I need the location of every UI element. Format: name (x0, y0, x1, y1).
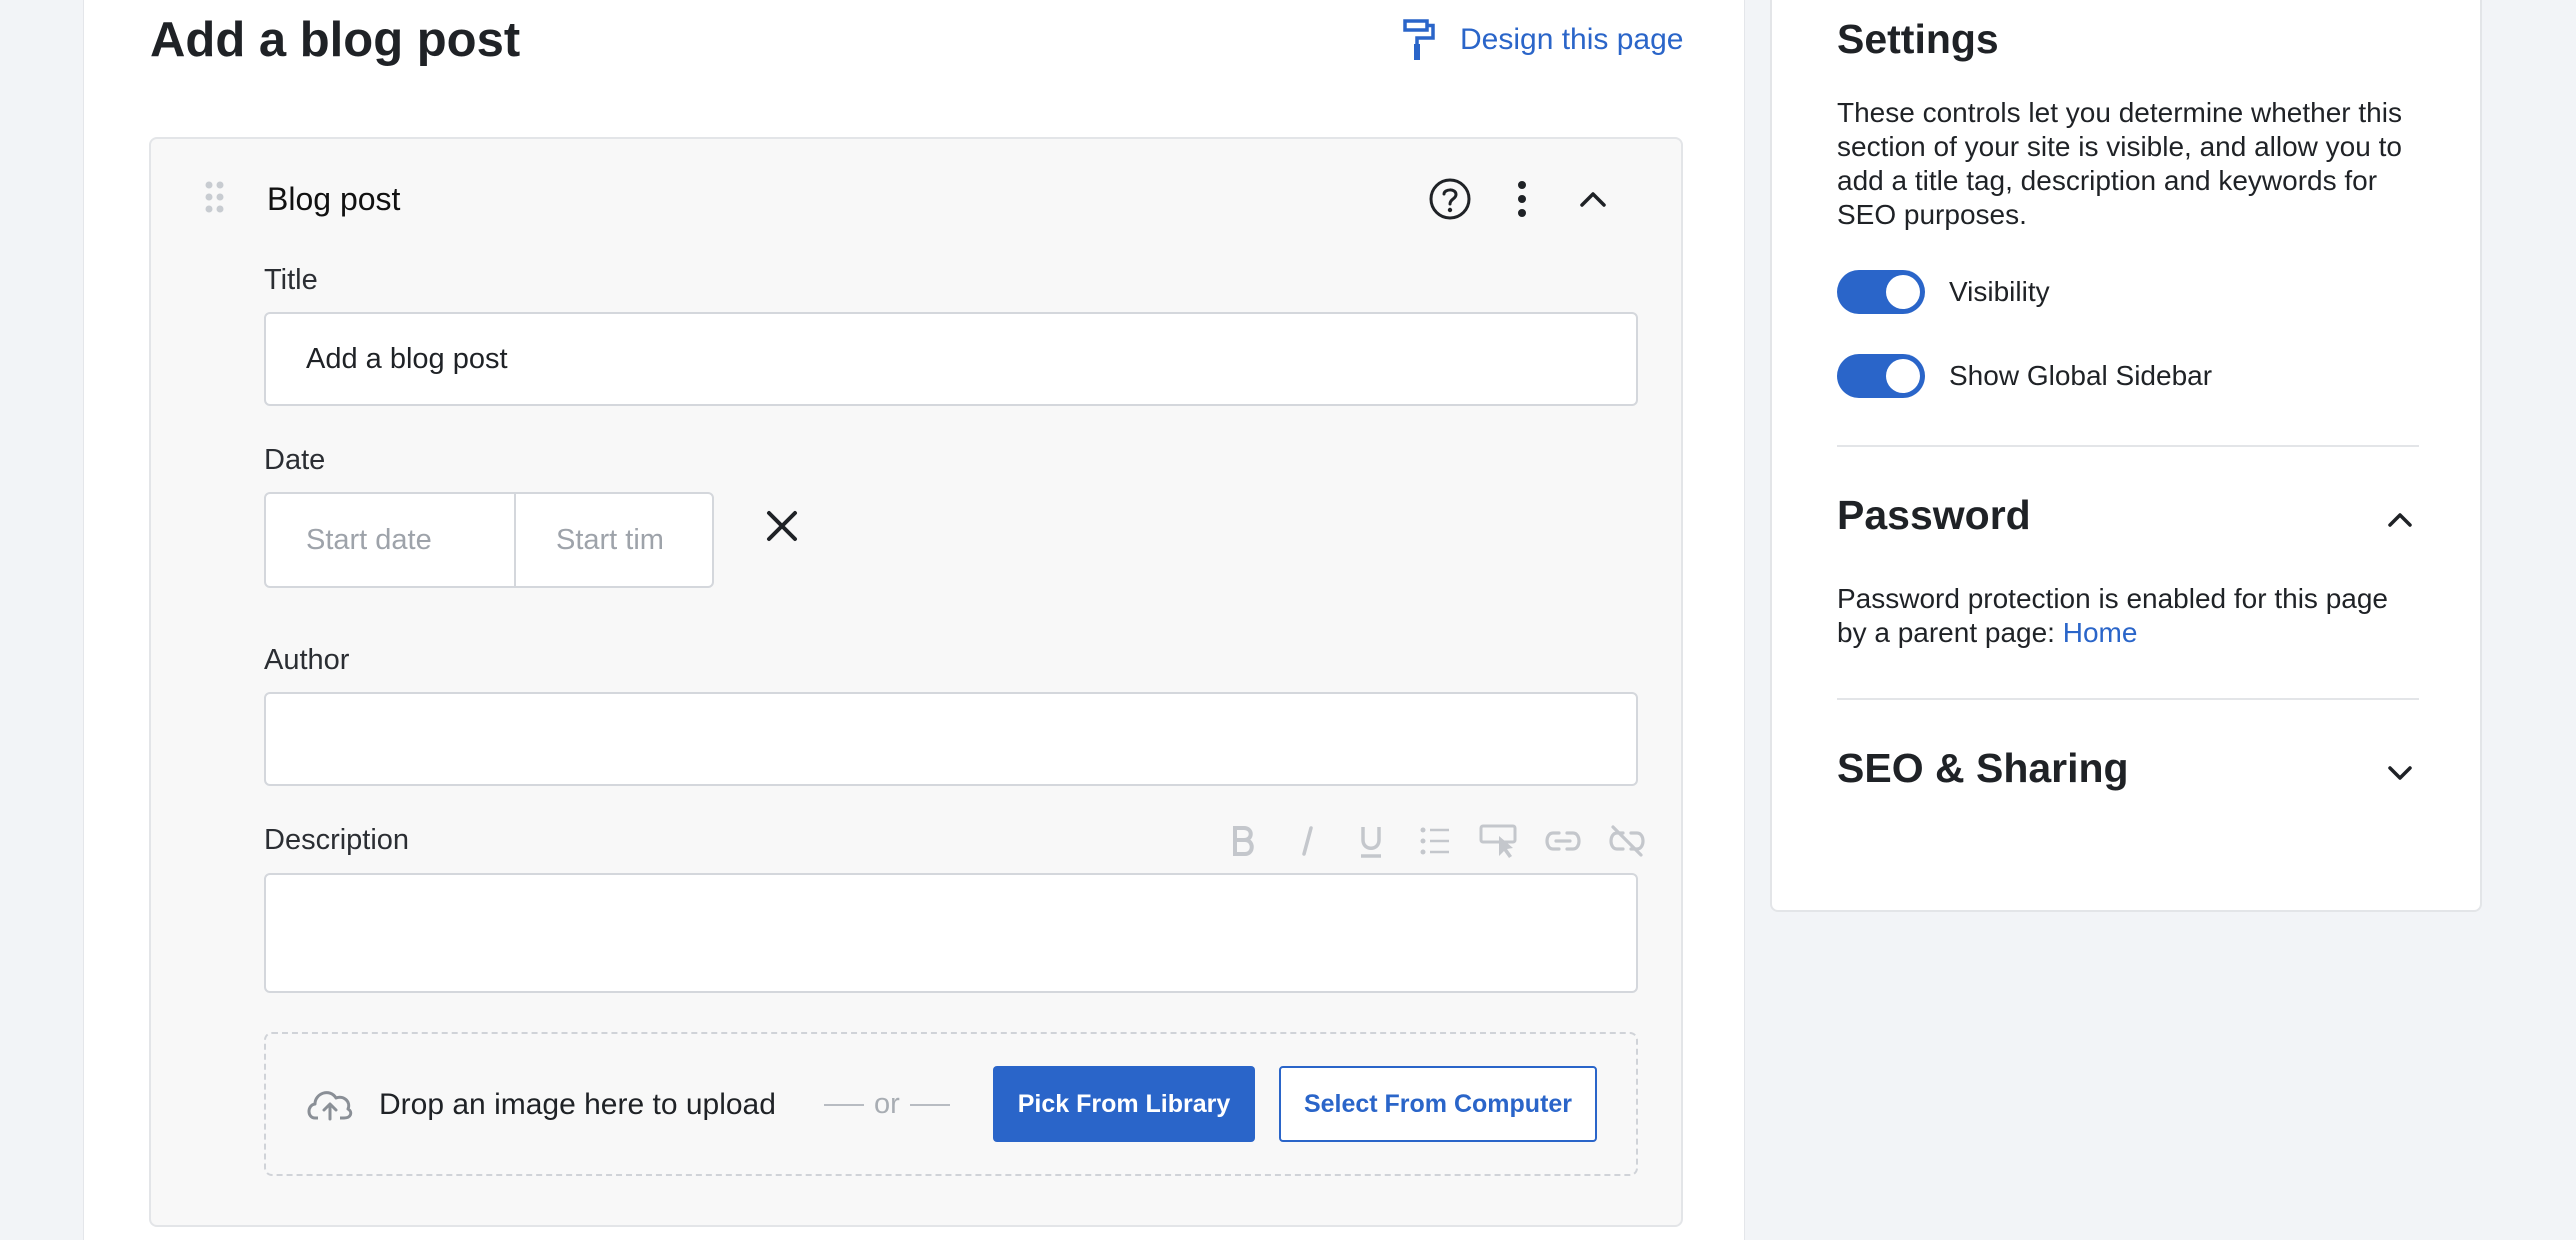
chevron-up-icon[interactable] (2380, 500, 2420, 540)
drop-image-text: Drop an image here to upload (379, 1088, 776, 1121)
password-info: Password protection is enabled for this … (1837, 582, 2397, 650)
select-from-computer-button[interactable]: Select From Computer (1279, 1066, 1597, 1142)
visibility-toggle[interactable]: Visibility (1837, 270, 2050, 314)
or-separator: or (814, 1088, 960, 1121)
rich-text-toolbar (1211, 819, 1659, 863)
password-heading[interactable]: Password (1837, 492, 2031, 539)
title-input[interactable] (264, 312, 1638, 406)
italic-icon[interactable] (1275, 819, 1339, 863)
author-input[interactable] (264, 692, 1638, 786)
block-title: Blog post (267, 181, 401, 217)
settings-title: Settings (1837, 16, 1999, 62)
title-label: Title (264, 264, 318, 296)
underline-icon[interactable] (1339, 819, 1403, 863)
global-sidebar-switch[interactable] (1837, 354, 1925, 398)
drag-handle-icon[interactable] (205, 181, 225, 222)
paint-roller-icon (1403, 19, 1435, 60)
settings-panel: Settings These controls let you determin… (1770, 0, 2482, 912)
chevron-down-icon[interactable] (2380, 753, 2420, 793)
pick-from-library-button[interactable]: Pick From Library (993, 1066, 1255, 1142)
description-editor[interactable] (264, 873, 1638, 993)
global-sidebar-label: Show Global Sidebar (1949, 360, 2213, 391)
divider (1837, 445, 2419, 447)
collapse-chevron-icon[interactable] (1569, 175, 1617, 223)
image-upload-dropzone[interactable]: Drop an image here to upload or Pick Fro… (264, 1032, 1638, 1176)
description-label: Description (264, 824, 410, 856)
help-icon[interactable] (1426, 175, 1474, 223)
date-time-input: Start date Start tim (264, 492, 714, 588)
button-insert-icon[interactable] (1467, 819, 1531, 863)
or-text: or (874, 1088, 900, 1120)
unlink-icon[interactable] (1595, 819, 1659, 863)
bold-icon[interactable] (1211, 819, 1275, 863)
settings-description: These controls let you determine whether… (1837, 97, 2402, 230)
design-this-page-label: Design this page (1460, 23, 1684, 56)
link-icon[interactable] (1531, 819, 1595, 863)
bullet-list-icon[interactable] (1403, 819, 1467, 863)
global-sidebar-toggle[interactable]: Show Global Sidebar (1837, 354, 2212, 398)
start-date-input[interactable]: Start date (266, 494, 516, 586)
visibility-switch[interactable] (1837, 270, 1925, 314)
date-label: Date (264, 444, 326, 476)
blog-post-block: Blog post Title Date (149, 137, 1683, 1227)
parent-page-link[interactable]: Home (2063, 617, 2138, 648)
clear-date-icon[interactable] (760, 504, 804, 548)
seo-sharing-heading[interactable]: SEO & Sharing (1837, 745, 2129, 792)
cloud-upload-icon (306, 1086, 354, 1127)
page-title: Add a blog post (150, 13, 521, 67)
main-content-panel: Add a blog post Design this page Blog po… (83, 0, 1745, 1240)
more-options-icon[interactable] (1498, 175, 1546, 223)
visibility-label: Visibility (1949, 276, 2050, 307)
divider (1837, 698, 2419, 700)
start-time-input[interactable]: Start tim (516, 494, 712, 586)
design-this-page-link[interactable]: Design this page (1402, 18, 1683, 62)
author-label: Author (264, 644, 350, 676)
